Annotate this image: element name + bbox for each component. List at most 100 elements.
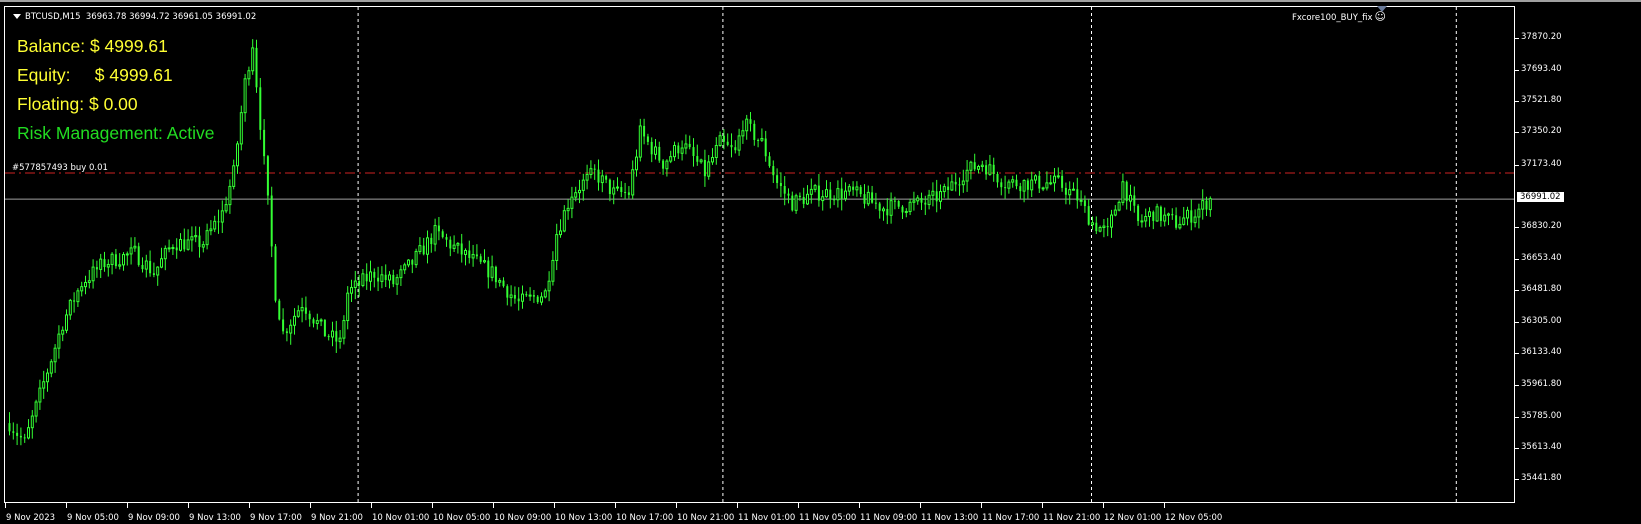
risk-management-text: Risk Management: Active (17, 123, 215, 143)
candle-body-bull (42, 381, 46, 389)
candle-body-bull (34, 401, 38, 417)
candle-body-bull (980, 164, 984, 168)
candle-body-bear (392, 274, 395, 285)
candle-body-bull (1163, 214, 1167, 222)
candle-body-bear (920, 197, 923, 203)
candle-body-bull (68, 299, 72, 316)
candle-body-bear (833, 199, 836, 201)
candle-body-bull (361, 273, 365, 286)
candle-body-bear (1171, 213, 1174, 216)
candle-body-bull (714, 144, 718, 159)
candle-body-bear (149, 261, 152, 274)
time-tick (66, 503, 67, 508)
time-tick (249, 503, 250, 508)
ohlc-values: 36963.78 36994.72 36961.05 36991.02 (85, 12, 257, 22)
candle-body-bear (1038, 175, 1041, 189)
candle-body-bull (80, 286, 84, 292)
candle-body-bull (1148, 211, 1151, 217)
dropdown-triangle-icon[interactable] (13, 14, 21, 19)
candle-body-bull (1140, 220, 1144, 223)
candle-body-bull (961, 180, 965, 186)
candle-body-bull (190, 236, 194, 241)
candle-body-bull (46, 372, 49, 383)
candle-body-bear (886, 208, 889, 216)
candle-body-bull (699, 159, 703, 163)
candle-body-bull (927, 194, 931, 206)
candle-body-bull (1113, 209, 1117, 216)
candle-body-bull (61, 329, 65, 335)
candle-body-bull (1208, 198, 1212, 211)
time-label: 9 Nov 09:00 (128, 513, 180, 523)
candle-body-bull (122, 254, 125, 266)
candle-body-bull (186, 239, 190, 250)
price-tick (1515, 416, 1519, 418)
candle-body-bull (1186, 209, 1189, 219)
candle-body-bull (1034, 175, 1037, 181)
candle-body-bull (133, 245, 137, 249)
candle-body-bull (635, 156, 638, 171)
equity-text: Equity: $ 4999.61 (17, 65, 173, 85)
candle-body-bear (1026, 180, 1029, 190)
candle-body-bull (977, 166, 980, 170)
chart-shift-marker-icon[interactable] (1377, 6, 1387, 12)
candle-body-bull (1197, 208, 1201, 218)
candle-body-bull (194, 235, 198, 238)
time-label: 9 Nov 05:00 (67, 513, 119, 523)
candle-body-bull (825, 189, 828, 198)
time-label: 11 Nov 17:00 (982, 513, 1040, 523)
candle-body-bear (768, 156, 771, 167)
candle-body-bull (711, 157, 714, 163)
candle-body-bear (23, 437, 26, 439)
price-tick (1515, 38, 1519, 39)
candle-body-bear (753, 123, 756, 140)
candle-body-bull (1178, 223, 1182, 229)
candle-body-bear (817, 185, 820, 201)
price-tick (1515, 447, 1519, 449)
candle-body-bull (737, 135, 741, 151)
candle-body-bull (809, 188, 813, 195)
price-label: 37693.40 (1521, 64, 1562, 75)
candle-body-bear (468, 250, 471, 258)
candle-body-bull (547, 280, 551, 292)
candle-body-bear (764, 138, 767, 157)
candle-body-bull (745, 118, 749, 132)
chart-plot-area[interactable]: BTCUSD,M15 36963.78 36994.72 36961.05 36… (4, 6, 1515, 503)
time-tick (798, 503, 799, 508)
candle-body-bull (403, 264, 407, 271)
candle-body-bear (863, 194, 866, 204)
expert-name: Fxcore100_BUY_fix (1291, 13, 1373, 23)
chart-header: BTCUSD,M15 36963.78 36994.72 36961.05 36… (13, 12, 256, 22)
candle-body-bear (95, 267, 98, 270)
candle-body-bull (562, 210, 566, 232)
candle-body-bull (171, 247, 175, 250)
candle-body-bull (251, 47, 255, 72)
candle-body-bear (783, 186, 786, 194)
candle-body-bull (399, 269, 403, 279)
candle-body-bear (1205, 200, 1208, 210)
candle-body-bear (859, 186, 862, 195)
candle-body-bull (163, 247, 167, 260)
time-label: 10 Nov 21:00 (677, 513, 735, 523)
candle-body-bear (536, 296, 539, 303)
candle-body-bull (236, 143, 239, 167)
candle-body-bear (688, 143, 691, 148)
time-label: 11 Nov 13:00 (921, 513, 979, 523)
candle-body-bear (312, 319, 315, 324)
candle-body-bull (673, 145, 676, 158)
candlestick-chart (5, 7, 1514, 502)
candle-body-bear (1087, 206, 1090, 225)
candle-body-bull (220, 210, 224, 223)
price-label: 36830.20 (1521, 220, 1562, 231)
candle-body-bull (1098, 227, 1102, 232)
candle-body-bull (1110, 214, 1113, 228)
candle-body-bear (901, 206, 904, 213)
candle-body-bear (449, 239, 452, 249)
candle-body-bear (411, 260, 414, 265)
candle-body-bull (821, 196, 825, 202)
expert-advisor-label[interactable]: Fxcore100_BUY_fix ☺ (1291, 11, 1386, 23)
order-label[interactable]: #577857493 buy 0.01 (12, 163, 108, 173)
candle-body-bear (19, 435, 22, 438)
candle-body-bull (1007, 181, 1011, 189)
candle-body-bull (638, 125, 642, 158)
time-tick (615, 503, 616, 508)
